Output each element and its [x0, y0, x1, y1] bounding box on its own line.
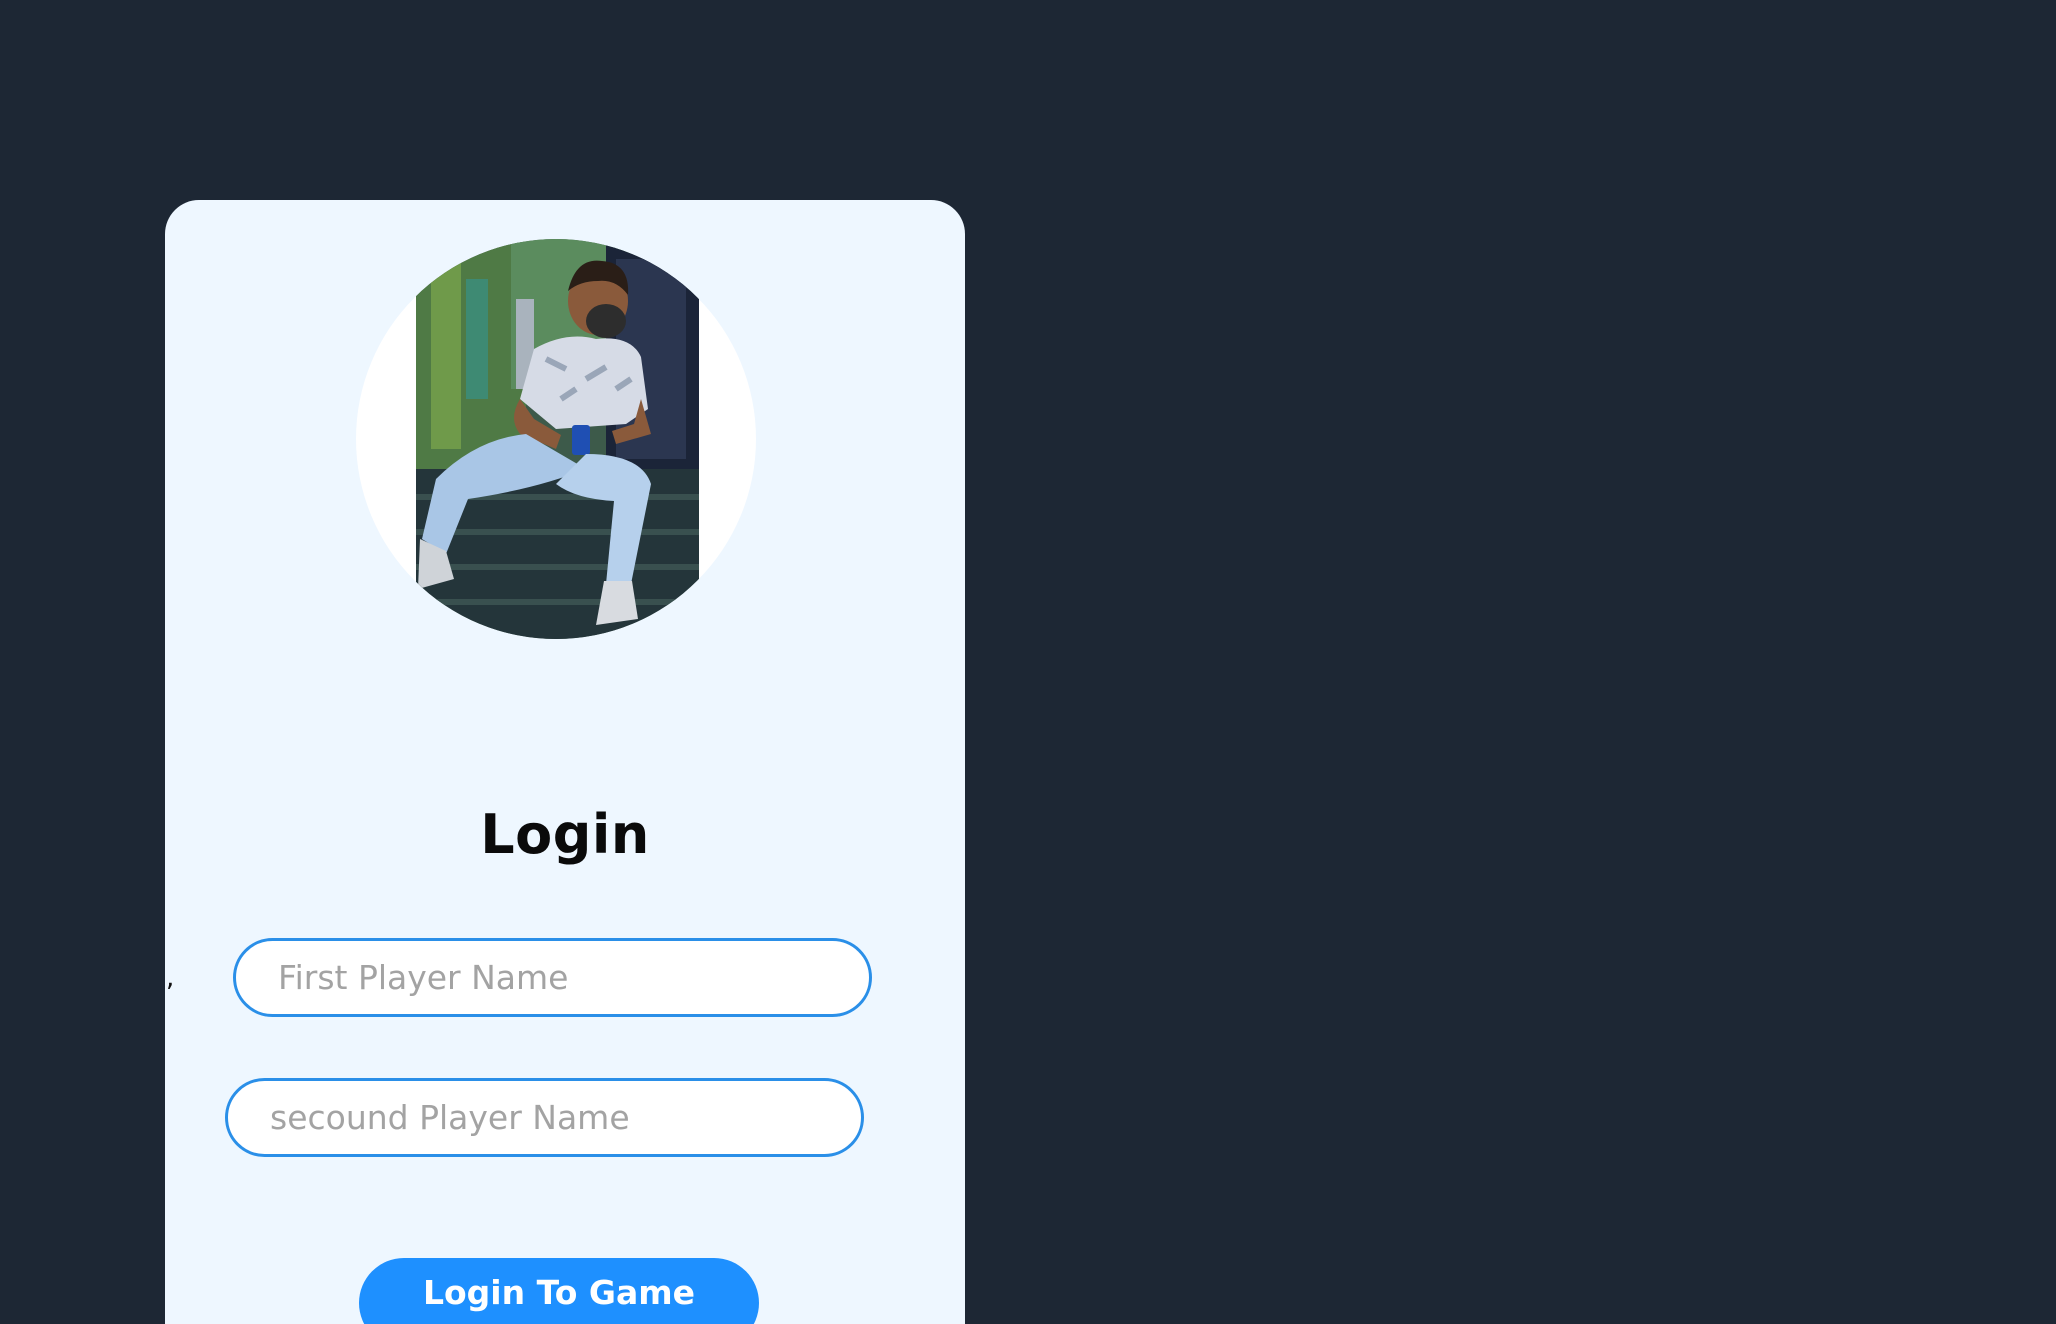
stray-comma: ,	[166, 963, 175, 993]
login-to-game-button[interactable]: Login To Game	[359, 1258, 759, 1324]
second-player-name-input[interactable]	[225, 1078, 864, 1157]
first-player-name-input[interactable]	[233, 938, 872, 1017]
profile-photo	[416, 239, 699, 639]
login-card: Login , Login To Game	[165, 200, 965, 1324]
avatar	[356, 239, 756, 639]
login-title: Login	[480, 803, 650, 866]
